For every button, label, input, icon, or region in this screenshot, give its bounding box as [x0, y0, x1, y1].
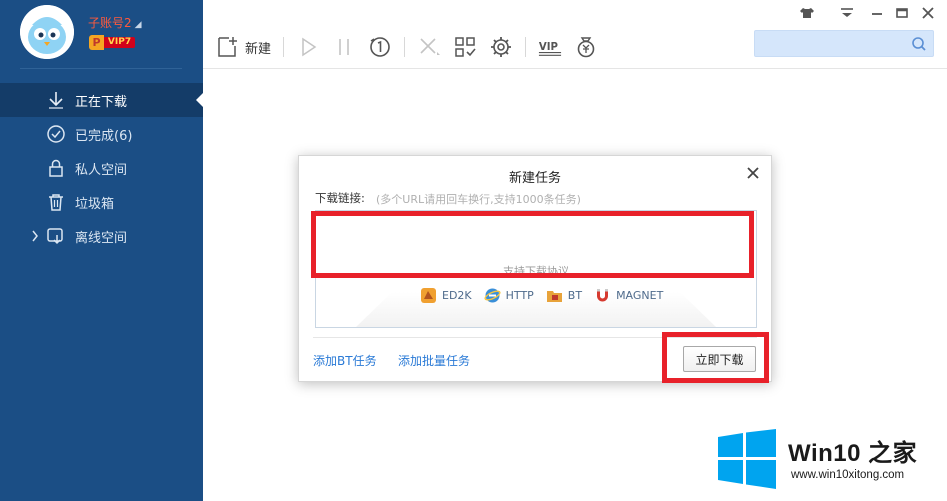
protocol-label: BT — [567, 289, 583, 302]
protocol-label: ED2K — [442, 289, 472, 302]
magnet-icon — [597, 289, 609, 302]
start-button[interactable] — [296, 33, 320, 61]
watermark-url: www.win10xitong.com — [791, 469, 905, 481]
protocol-label: MAGNET — [616, 289, 664, 302]
toolbar-separator — [283, 37, 285, 57]
sidebar-item-downloading[interactable]: 正在下载 — [0, 83, 203, 117]
add-batch-task-link[interactable]: 添加批量任务 — [398, 352, 470, 369]
toolbar-separator — [525, 37, 527, 57]
grid-check-icon — [455, 37, 476, 57]
pause-icon — [339, 39, 349, 55]
download-link-label: 下载链接: — [315, 191, 365, 205]
windows-logo-icon — [718, 429, 776, 489]
cloud-download-icon — [47, 228, 63, 245]
vip-button[interactable]: VIP — [538, 33, 562, 61]
top-bar: 新建 VIP — [203, 0, 947, 69]
pause-button[interactable] — [332, 33, 356, 61]
new-task-dialog: 新建任务 下载链接: (多个URL请用回车换行,支持1000条任务) 支持下载协… — [298, 155, 772, 383]
sidebar-item-label: 离线空间 — [75, 230, 128, 246]
ie-globe-icon — [484, 288, 501, 303]
delete-x-icon — [420, 38, 441, 55]
sidebar-nav: 正在下载 已完成(6) 私人空间 垃圾箱 离线空间 — [0, 83, 203, 253]
sidebar: 子账号2 ◢ P VIP7 正在下载 已完成(6) 私人空间 垃圾箱 离线空间 — [0, 0, 203, 501]
search-box[interactable] — [754, 30, 934, 57]
bt-folder-icon — [546, 291, 562, 302]
sidebar-item-label: 私人空间 — [75, 162, 128, 178]
caret-down-icon: ◢ — [134, 20, 142, 30]
settings-button[interactable] — [489, 33, 513, 61]
menu-dropdown-icon[interactable] — [839, 6, 855, 20]
button-highlight-box — [662, 332, 769, 383]
sidebar-item-offline-space[interactable]: 离线空间 — [0, 219, 203, 253]
chevron-right-icon[interactable] — [30, 228, 40, 244]
task-grid-button[interactable] — [453, 33, 477, 61]
wallet-button[interactable] — [574, 33, 598, 61]
url-highlight-box — [311, 211, 754, 278]
sidebar-divider — [20, 68, 182, 69]
new-task-button[interactable]: 新建 — [215, 33, 271, 61]
vip-p-icon: P — [89, 35, 104, 50]
active-indicator — [196, 93, 203, 107]
skin-shirt-icon[interactable] — [799, 6, 815, 20]
download-arrow-icon — [49, 92, 63, 109]
new-file-icon — [218, 37, 237, 57]
sidebar-item-private-space[interactable]: 私人空间 — [0, 151, 203, 185]
svg-text:VIP: VIP — [539, 42, 559, 53]
vip-badge: P VIP7 — [89, 35, 135, 50]
check-circle-icon — [47, 125, 65, 143]
protocol-http: HTTP — [484, 287, 534, 304]
protocol-list: ED2K HTTP BT MAGNET — [420, 287, 675, 304]
protocol-bt: BT — [546, 287, 582, 304]
download-link-hint: (多个URL请用回车换行,支持1000条任务) — [376, 193, 581, 206]
sidebar-item-label: 已完成(6) — [75, 128, 133, 144]
sidebar-item-label: 正在下载 — [75, 94, 128, 110]
toolbar: 新建 VIP — [215, 32, 610, 62]
protocol-ed2k: ED2K — [420, 287, 472, 304]
avatar[interactable] — [20, 5, 74, 59]
clock-one-icon — [370, 37, 390, 57]
ed2k-icon — [421, 288, 436, 303]
maximize-icon[interactable] — [894, 6, 910, 20]
minimize-icon[interactable] — [869, 6, 885, 20]
close-icon[interactable] — [746, 166, 760, 180]
delete-button[interactable] — [417, 33, 441, 61]
search-icon[interactable] — [911, 36, 927, 52]
add-bt-task-link[interactable]: 添加BT任务 — [313, 352, 377, 369]
dialog-title: 新建任务 — [508, 171, 561, 186]
watermark: Win10 之家 www.win10xitong.com — [716, 429, 947, 491]
bird-avatar-icon — [20, 5, 74, 59]
close-icon[interactable] — [920, 6, 936, 20]
username[interactable]: 子账号2 ◢ — [88, 14, 142, 31]
single-task-button[interactable] — [368, 33, 392, 61]
protocol-magnet: MAGNET — [594, 287, 663, 304]
trash-icon — [49, 194, 63, 211]
vip-level: VIP7 — [104, 37, 135, 48]
toolbar-separator — [404, 37, 406, 57]
money-bag-icon — [577, 37, 595, 58]
vip-icon: VIP — [538, 42, 562, 56]
new-task-label: 新建 — [245, 41, 272, 57]
gear-icon — [491, 37, 512, 57]
protocol-label: HTTP — [505, 289, 534, 302]
watermark-title: Win10 之家 — [788, 440, 918, 467]
sidebar-item-completed[interactable]: 已完成(6) — [0, 117, 203, 151]
play-icon — [302, 37, 317, 57]
sidebar-item-label: 垃圾箱 — [75, 196, 115, 212]
lock-icon — [49, 159, 63, 177]
sidebar-item-trash[interactable]: 垃圾箱 — [0, 185, 203, 219]
